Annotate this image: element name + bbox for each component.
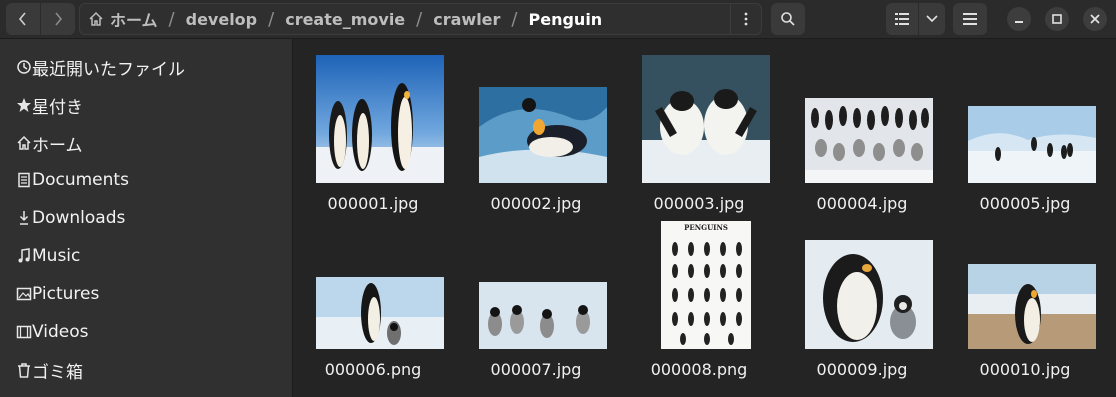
kebab-menu-icon (744, 12, 748, 26)
search-icon (781, 12, 795, 26)
sidebar-item-label: Music (32, 246, 81, 266)
sidebar-item-label: 星付き (32, 97, 83, 118)
breadcrumb-separator: / (268, 8, 275, 30)
chevron-down-icon (926, 15, 938, 23)
sidebar-item-label: Documents (32, 170, 129, 190)
file-name: 000002.jpg (490, 194, 582, 213)
sidebar-item-label: Videos (32, 322, 89, 342)
file-thumbnail (805, 240, 933, 349)
main-menu-button[interactable] (953, 3, 987, 35)
document-icon (0, 172, 32, 188)
view-list-button[interactable] (886, 3, 918, 35)
sidebar-item-recent[interactable]: 最近開いたファイル (0, 49, 292, 85)
sidebar: 最近開いたファイル 星付き ホーム Documents Downloads Mu… (0, 39, 293, 397)
file-name: 000007.jpg (490, 360, 582, 379)
sidebar-item-music[interactable]: Music (0, 238, 292, 274)
breadcrumb-separator: / (168, 8, 175, 30)
sidebar-item-trash[interactable]: ゴミ箱 (0, 352, 292, 388)
search-button[interactable] (771, 3, 805, 35)
file-item[interactable]: 000007.jpg (456, 215, 616, 379)
close-button[interactable] (1083, 7, 1107, 31)
file-name: 000001.jpg (327, 194, 419, 213)
file-item[interactable]: 000005.jpg (945, 49, 1105, 213)
music-icon (0, 248, 32, 264)
minimize-button[interactable] (1007, 7, 1031, 31)
hamburger-menu-icon (963, 13, 977, 25)
file-name: 000010.jpg (979, 360, 1071, 379)
chevron-right-icon (55, 12, 63, 26)
file-name: 000004.jpg (816, 194, 908, 213)
sidebar-item-label: ゴミ箱 (32, 362, 83, 383)
forward-button[interactable] (41, 3, 75, 35)
sidebar-item-pictures[interactable]: Pictures (0, 276, 292, 312)
file-thumbnail (968, 264, 1096, 349)
sidebar-item-downloads[interactable]: Downloads (0, 200, 292, 236)
minimize-icon (1015, 21, 1023, 23)
file-item[interactable]: 000001.jpg (293, 49, 453, 213)
file-thumbnail (316, 277, 444, 349)
breadcrumb-home[interactable]: ホーム (108, 7, 160, 31)
sidebar-item-videos[interactable]: Videos (0, 314, 292, 350)
file-name: 000009.jpg (816, 360, 908, 379)
sidebar-item-label: ホーム (32, 135, 83, 156)
file-name: 000008.png (650, 360, 748, 379)
file-name: 000003.jpg (653, 194, 745, 213)
sidebar-item-starred[interactable]: 星付き (0, 87, 292, 123)
picture-icon (0, 286, 32, 302)
view-options-button[interactable] (919, 3, 945, 35)
file-thumbnail (805, 98, 933, 183)
list-view-icon (895, 13, 909, 25)
file-item[interactable]: 000003.jpg (619, 49, 779, 213)
file-item[interactable]: 000004.jpg (782, 49, 942, 213)
recent-icon (0, 59, 32, 75)
sidebar-item-home[interactable]: ホーム (0, 125, 292, 161)
file-thumbnail (479, 282, 607, 349)
maximize-button[interactable] (1045, 7, 1069, 31)
sidebar-item-documents[interactable]: Documents (0, 162, 292, 198)
file-item[interactable]: 000002.jpg (456, 49, 616, 213)
file-item[interactable]: 000006.png (293, 215, 453, 379)
sidebar-item-label: Pictures (32, 284, 100, 304)
file-name: 000006.png (324, 360, 422, 379)
sidebar-item-label: 最近開いたファイル (32, 59, 185, 80)
sidebar-item-label: Downloads (32, 208, 126, 228)
star-icon (0, 97, 32, 113)
maximize-icon (1052, 14, 1062, 24)
breadcrumb-separator: / (416, 8, 423, 30)
file-name: 000005.jpg (979, 194, 1071, 213)
header-bar: ホーム / develop / create_movie / crawler /… (0, 0, 1116, 39)
file-item[interactable]: PENGUINS 000008.png (619, 215, 779, 379)
close-icon (1090, 14, 1100, 24)
breadcrumb-crawler[interactable]: crawler (431, 10, 502, 29)
breadcrumb-separator: / (511, 8, 518, 30)
back-button[interactable] (6, 3, 40, 35)
file-thumbnail: PENGUINS (661, 221, 751, 349)
file-item[interactable]: 000009.jpg (782, 215, 942, 379)
file-thumbnail (316, 55, 444, 183)
chevron-left-icon (18, 12, 26, 26)
trash-icon (0, 362, 32, 378)
file-thumbnail (968, 106, 1096, 183)
path-menu-button[interactable] (730, 4, 761, 34)
path-bar: ホーム / develop / create_movie / crawler /… (79, 3, 762, 35)
home-icon (0, 135, 32, 151)
breadcrumb-develop[interactable]: develop (184, 10, 260, 29)
file-thumbnail (479, 87, 607, 183)
file-item[interactable]: 000010.jpg (945, 215, 1105, 379)
home-icon[interactable] (88, 11, 104, 27)
file-thumbnail (642, 55, 770, 183)
breadcrumb-create-movie[interactable]: create_movie (283, 10, 407, 29)
breadcrumb-current[interactable]: Penguin (527, 10, 605, 29)
file-grid: 000001.jpg 000002.jpg 000003.jpg 000004.… (293, 39, 1116, 397)
video-icon (0, 324, 32, 340)
download-icon (0, 210, 32, 226)
svg-text:PENGUINS: PENGUINS (684, 223, 728, 232)
